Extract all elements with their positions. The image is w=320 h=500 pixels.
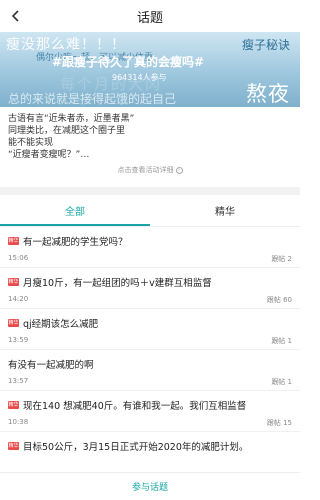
banner-bottom-text: 总的来说就是接得起饿的起自己: [8, 92, 177, 106]
chevron-right-icon: ›: [175, 166, 183, 174]
featured-badge-icon: 精华: [8, 401, 19, 409]
banner-tag: 瘦子秘诀: [241, 38, 290, 52]
post-time: 14:20: [8, 295, 29, 303]
page-title: 话题: [136, 10, 163, 26]
topic-banner: 瘦没那么难！！！ 偶尔少吃一顿，可以减少体重 瘦子秘诀 #跟瘦子待久了真的会瘦吗…: [0, 32, 300, 107]
back-button[interactable]: [6, 6, 26, 26]
post-title: qj经期该怎么减肥: [23, 319, 99, 330]
post-title: 月瘦10斤，有一起组团的吗＋v建群互相监督: [23, 278, 212, 289]
post-title: 目标50公斤，3月15日正式开始2020年的减肥计划。: [23, 442, 249, 453]
reply-count: 跟帖 1: [271, 337, 292, 345]
reply-count: 跟帖 15: [266, 419, 292, 427]
post-title: 有一起减肥的学生党吗？: [23, 237, 128, 248]
tab-bar: 全部 精华: [0, 195, 300, 227]
list-item[interactable]: 精华 有一起减肥的学生党吗？ 15:06 跟帖 2: [0, 227, 300, 268]
featured-badge-icon: 精华: [8, 278, 19, 286]
featured-badge-icon: 精华: [8, 319, 19, 327]
featured-badge-icon: 精华: [8, 237, 19, 245]
post-title: 现在140 想减肥40斤。有谁和我一起。我们互相监督: [23, 401, 247, 412]
list-item[interactable]: 有没有一起减肥的啊 13:57 跟帖 1: [0, 350, 300, 391]
post-time: 13:59: [8, 336, 29, 344]
list-item[interactable]: 精华 目标50公斤，3月15日正式开始2020年的减肥计划。: [0, 432, 300, 473]
view-details-label: 点击查看活动详细: [117, 166, 174, 174]
reply-count: 跟帖 60: [266, 296, 292, 304]
post-title: 有没有一起减肥的啊: [8, 360, 94, 371]
post-time: 10:38: [8, 418, 29, 426]
section-divider: [0, 187, 300, 195]
reply-count: 跟帖 1: [271, 378, 292, 386]
join-topic-label: 参与话题: [131, 483, 168, 493]
nav-bar: 话题: [0, 0, 300, 32]
chevron-left-icon: [11, 10, 19, 22]
join-topic-button[interactable]: 参与话题: [0, 472, 300, 500]
banner-big-text: 熬夜: [246, 82, 290, 106]
view-details-link[interactable]: 点击查看活动详细 ›: [8, 165, 292, 175]
list-item[interactable]: 精华 现在140 想减肥40斤。有谁和我一起。我们互相监督 10:38 跟帖 1…: [0, 391, 300, 432]
list-item[interactable]: 精华 月瘦10斤，有一起组团的吗＋v建群互相监督 14:20 跟帖 60: [0, 268, 300, 309]
featured-badge-icon: 精华: [8, 442, 19, 450]
list-item[interactable]: 精华 qj经期该怎么减肥 13:59 跟帖 1: [0, 309, 300, 350]
post-time: 15:06: [8, 254, 29, 262]
tab-featured[interactable]: 精华: [150, 195, 300, 226]
topic-description: 古语有言“近朱者赤，近墨者黑” 同理类比，在减肥这个圈子里 能不能实现 “近瘦者…: [0, 107, 300, 187]
post-time: 13:57: [8, 377, 29, 385]
reply-count: 跟帖 2: [271, 255, 292, 263]
post-list: 精华 有一起减肥的学生党吗？ 15:06 跟帖 2 精华 月瘦10斤，有一起组团…: [0, 227, 300, 473]
banner-topic: #跟瘦子待久了真的会瘦吗#: [52, 55, 205, 69]
tab-all[interactable]: 全部: [0, 195, 150, 226]
description-text: 古语有言“近朱者赤，近墨者黑” 同理类比，在减肥这个圈子里 能不能实现 “近瘦者…: [8, 114, 135, 160]
participant-count: 964314人参与: [112, 73, 167, 82]
